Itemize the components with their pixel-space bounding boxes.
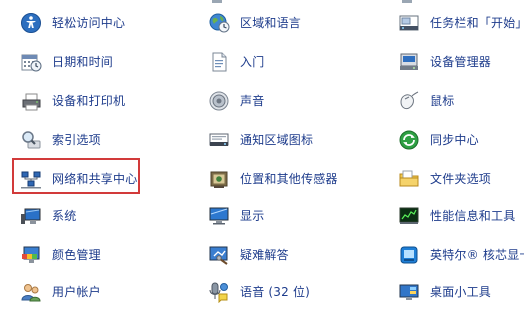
control-panel-item-label: 桌面小工具	[430, 285, 492, 299]
control-panel-item-indexing-options[interactable]: 索引选项	[20, 127, 101, 153]
performance-icon	[398, 205, 420, 227]
speech-icon	[208, 281, 230, 303]
taskbar-icon	[208, 129, 230, 151]
control-panel-item-label: 任务栏和「开始」	[430, 16, 524, 30]
control-panel-item-user-accounts[interactable]: 用户帐户	[20, 279, 101, 305]
top-icon-fragment	[402, 0, 412, 3]
control-panel-item-sound[interactable]: 声音	[208, 88, 264, 114]
control-panel-item-color-management[interactable]: 颜色管理	[20, 242, 101, 268]
control-panel-item-label: 网络和共享中心	[52, 172, 138, 186]
intel-graphics-icon	[398, 244, 420, 266]
control-panel-item-label: 系统	[52, 209, 77, 223]
control-panel-item-display[interactable]: 显示	[208, 203, 264, 229]
control-panel-item-speech-32bit[interactable]: 语音 (32 位)	[208, 279, 310, 305]
control-panel-item-system[interactable]: 系统	[20, 203, 76, 229]
control-panel-item-label: 用户帐户	[52, 285, 101, 299]
document-icon	[208, 51, 230, 73]
control-panel-item-intel-graphics[interactable]: 英特尔® 核芯显卡	[398, 242, 524, 268]
control-panel-item-taskbar-start[interactable]: 任务栏和「开始」	[398, 10, 524, 36]
control-panel-item-location-sensors[interactable]: 位置和其他传感器	[208, 166, 338, 192]
control-panel-item-network-sharing-center[interactable]: 网络和共享中心	[20, 166, 137, 192]
troubleshoot-icon	[208, 244, 230, 266]
sync-icon	[398, 129, 420, 151]
control-panel-item-label: 鼠标	[430, 94, 455, 108]
globe-clock-icon	[208, 12, 230, 34]
speaker-icon	[208, 90, 230, 112]
control-panel-item-label: 设备和打印机	[52, 94, 126, 108]
calendar-clock-icon	[20, 51, 42, 73]
control-panel-item-label: 英特尔® 核芯显卡	[430, 248, 524, 262]
sensor-icon	[208, 168, 230, 190]
control-panel-item-label: 设备管理器	[430, 55, 492, 69]
control-panel-item-device-manager[interactable]: 设备管理器	[398, 49, 491, 75]
control-panel-item-label: 通知区域图标	[240, 133, 314, 147]
display-icon	[208, 205, 230, 227]
color-management-icon	[20, 244, 42, 266]
printer-icon	[20, 90, 42, 112]
control-panel-item-label: 入门	[240, 55, 265, 69]
control-panel-item-folder-options[interactable]: 文件夹选项	[398, 166, 491, 192]
gadgets-icon	[398, 281, 420, 303]
control-panel-item-notification-area-icons[interactable]: 通知区域图标	[208, 127, 313, 153]
magnifier-icon	[20, 129, 42, 151]
control-panel-item-label: 性能信息和工具	[430, 209, 516, 223]
control-panel-item-getting-started[interactable]: 入门	[208, 49, 264, 75]
taskbar-start-icon	[398, 12, 420, 34]
mouse-icon	[398, 90, 420, 112]
control-panel-item-label: 索引选项	[52, 133, 101, 147]
control-panel-item-label: 文件夹选项	[430, 172, 492, 186]
control-panel-item-label: 声音	[240, 94, 265, 108]
control-panel-item-label: 轻松访问中心	[52, 16, 126, 30]
control-panel-item-region-language[interactable]: 区域和语言	[208, 10, 301, 36]
control-panel-item-performance-info[interactable]: 性能信息和工具	[398, 203, 515, 229]
control-panel-item-label: 区域和语言	[240, 16, 302, 30]
control-panel-item-label: 位置和其他传感器	[240, 172, 338, 186]
control-panel-item-label: 显示	[240, 209, 265, 223]
ease-of-access-icon	[20, 12, 42, 34]
control-panel-item-sync-center[interactable]: 同步中心	[398, 127, 479, 153]
control-panel-item-date-time[interactable]: 日期和时间	[20, 49, 113, 75]
users-icon	[20, 281, 42, 303]
control-panel-item-desktop-gadgets[interactable]: 桌面小工具	[398, 279, 491, 305]
control-panel-item-label: 语音 (32 位)	[240, 285, 311, 299]
control-panel-item-label: 颜色管理	[52, 248, 101, 262]
control-panel-all-items: 轻松访问中心 日期和时间 设备和打印机 索引选项 网络和共享中心 系统 颜色管理…	[0, 0, 524, 313]
control-panel-item-mouse[interactable]: 鼠标	[398, 88, 454, 114]
top-icon-fragment	[212, 0, 222, 3]
control-panel-item-devices-printers[interactable]: 设备和打印机	[20, 88, 125, 114]
network-icon	[20, 168, 42, 190]
folder-icon	[398, 168, 420, 190]
control-panel-item-label: 同步中心	[430, 133, 479, 147]
control-panel-item-troubleshooting[interactable]: 疑难解答	[208, 242, 289, 268]
computer-monitor-icon	[20, 205, 42, 227]
control-panel-item-label: 疑难解答	[240, 248, 289, 262]
control-panel-item-ease-of-access[interactable]: 轻松访问中心	[20, 10, 125, 36]
device-manager-icon	[398, 51, 420, 73]
control-panel-item-label: 日期和时间	[52, 55, 114, 69]
